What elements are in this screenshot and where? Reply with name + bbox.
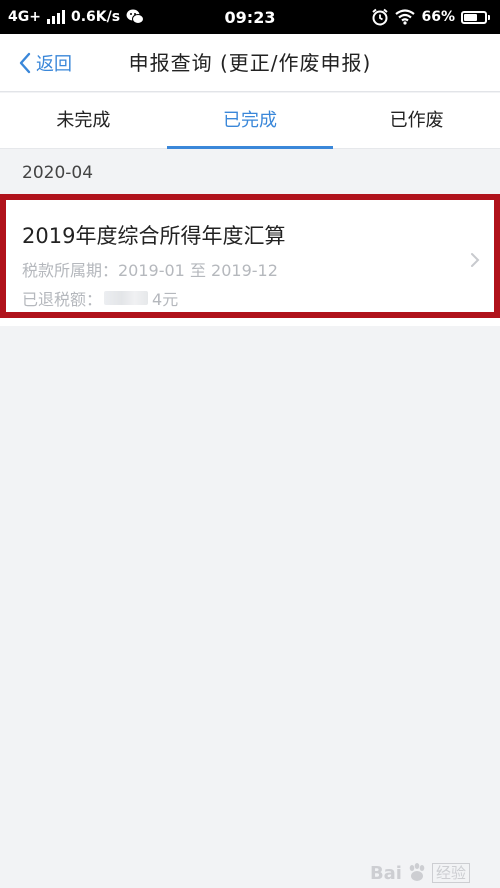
tab-voided[interactable]: 已作废 [333, 93, 500, 148]
card-footer-strip [0, 318, 500, 326]
network-type: 4G+ [8, 9, 41, 25]
network-speed: 0.6K/s [70, 9, 121, 25]
signal-bars-icon [46, 10, 65, 24]
watermark-brand: Bai [369, 862, 402, 884]
status-tabs: 未完成 已完成 已作废 [0, 93, 500, 149]
page-title: 申报查询 (更正/作废申报) [128, 51, 372, 75]
nav-bar: 申报查询 (更正/作废申报) 返回 [0, 34, 500, 92]
record-refund: 已退税额： 4元 [22, 286, 178, 310]
wechat-icon [126, 9, 145, 24]
refund-value: 4元 [152, 290, 179, 309]
tab-incomplete[interactable]: 未完成 [0, 93, 167, 148]
chevron-right-icon [471, 253, 480, 267]
declaration-record-card[interactable]: 2019年度综合所得年度汇算 税款所属期：2019-01 至 2019-12 已… [0, 194, 500, 318]
back-button[interactable]: 返回 [18, 34, 72, 92]
watermark-sub: 经验 [431, 863, 470, 883]
battery-percent: 66% [421, 9, 455, 25]
tab-completed[interactable]: 已完成 [166, 93, 334, 149]
status-left: 4G+ 0.6K/s [8, 9, 145, 25]
baidu-watermark: Bai 经验 [370, 862, 470, 884]
alarm-icon [372, 8, 389, 26]
battery-icon [461, 10, 490, 24]
record-title: 2019年度综合所得年度汇算 [22, 224, 286, 248]
wifi-icon [395, 9, 416, 25]
redacted-amount [104, 291, 149, 305]
back-label: 返回 [36, 54, 72, 75]
record-tax-period: 税款所属期：2019-01 至 2019-12 [22, 261, 278, 280]
status-right: 66% [371, 8, 490, 26]
refund-label: 已退税额： [22, 290, 103, 309]
back-chevron-icon [19, 52, 31, 74]
status-bar: 4G+ 0.6K/s 09:23 66% [0, 0, 500, 34]
baidu-paw-icon [409, 863, 425, 881]
section-date: 2020-04 [22, 163, 94, 183]
